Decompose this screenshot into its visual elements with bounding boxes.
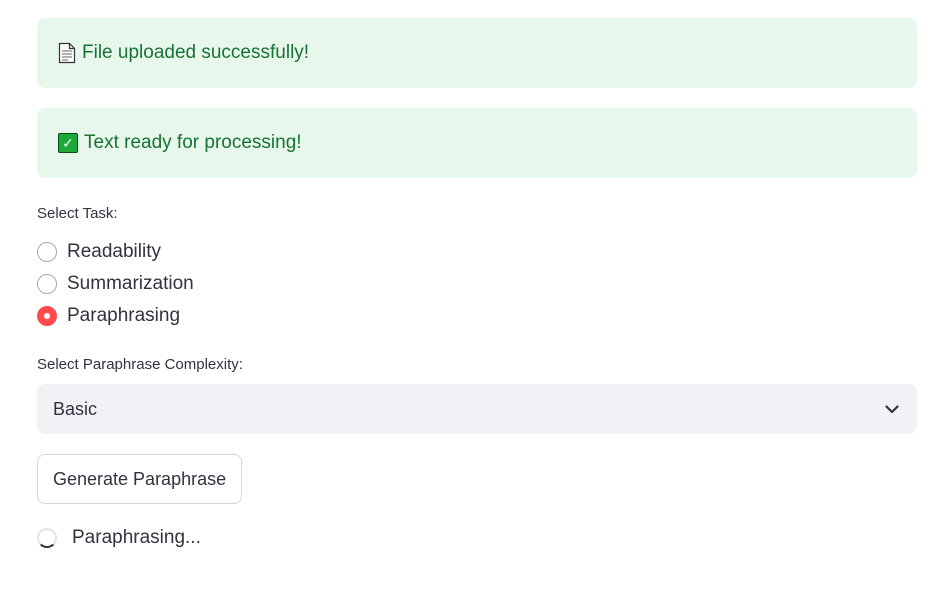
loading-spinner-icon <box>37 528 57 548</box>
status-text: Paraphrasing... <box>72 527 201 548</box>
radio-button-icon[interactable] <box>37 242 57 262</box>
complexity-select[interactable]: Basic <box>37 384 917 434</box>
select-value: Basic <box>53 398 98 419</box>
radio-paraphrasing[interactable]: Paraphrasing <box>37 300 194 332</box>
radio-label: Readability <box>67 241 161 262</box>
complexity-label: Select Paraphrase Complexity: <box>37 356 243 373</box>
alert-text: Text ready for processing! <box>84 132 302 153</box>
check-mark-icon: ✓ <box>58 133 78 153</box>
upload-success-alert: File uploaded successfully! <box>37 18 917 88</box>
radio-summarization[interactable]: Summarization <box>37 268 194 300</box>
status-indicator: Paraphrasing... <box>37 527 201 549</box>
radio-readability[interactable]: Readability <box>37 236 194 268</box>
radio-label: Paraphrasing <box>67 305 181 326</box>
alert-text: File uploaded successfully! <box>82 42 310 63</box>
task-label: Select Task: <box>37 205 118 222</box>
chevron-down-icon[interactable] <box>885 404 899 414</box>
task-radio-group: Readability Summarization Paraphrasing <box>37 236 194 332</box>
generate-paraphrase-button[interactable]: Generate Paraphrase <box>37 454 243 504</box>
app-page: File uploaded successfully! ✓ Text ready… <box>0 0 947 602</box>
radio-button-selected-icon[interactable] <box>37 306 57 326</box>
radio-button-icon[interactable] <box>37 274 57 294</box>
radio-label: Summarization <box>67 273 194 294</box>
document-icon <box>58 42 76 64</box>
text-ready-alert: ✓ Text ready for processing! <box>37 108 917 178</box>
